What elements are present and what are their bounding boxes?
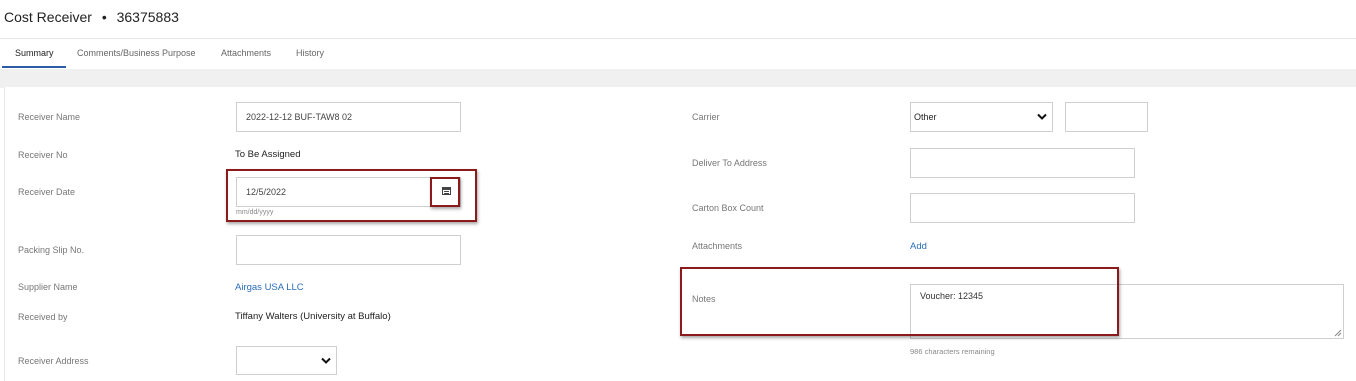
receiver-name-input[interactable]: 2022-12-12 BUF-TAW8 02	[236, 102, 461, 132]
packing-slip-input[interactable]	[236, 235, 461, 265]
received-by-label: Received by	[18, 312, 68, 322]
deliver-to-address-label: Deliver To Address	[692, 158, 767, 168]
carton-box-count-input[interactable]	[910, 193, 1135, 223]
notes-highlight	[680, 267, 1119, 336]
receiver-name-label: Receiver Name	[18, 112, 81, 122]
tab-history[interactable]: History	[296, 48, 324, 58]
carton-box-count-label: Carton Box Count	[692, 203, 764, 213]
supplier-name-label: Supplier Name	[18, 282, 78, 292]
chevron-down-icon	[1037, 113, 1047, 120]
receiver-name-value: 2022-12-12 BUF-TAW8 02	[246, 112, 353, 122]
page-header: Cost Receiver • 36375883	[0, 0, 1356, 39]
supplier-name-link[interactable]: Airgas USA LLC	[235, 282, 304, 293]
notes-characters-remaining: 986 characters remaining	[910, 347, 995, 356]
chevron-down-icon	[321, 357, 331, 364]
receiver-date-label: Receiver Date	[18, 187, 76, 197]
receiver-address-label: Receiver Address	[18, 356, 89, 366]
calendar-icon[interactable]	[442, 187, 451, 195]
resize-handle-icon[interactable]	[1334, 329, 1342, 337]
page-title: Cost Receiver • 36375883	[4, 9, 179, 25]
carrier-select[interactable]: Other	[910, 102, 1053, 132]
carrier-other-input[interactable]	[1065, 102, 1148, 132]
receiver-number: 36375883	[116, 9, 179, 25]
page-title-text: Cost Receiver	[4, 9, 92, 25]
carrier-label: Carrier	[692, 112, 720, 122]
carrier-value: Other	[914, 112, 937, 122]
tab-comments-business-purpose[interactable]: Comments/Business Purpose	[77, 48, 196, 58]
deliver-to-address-input[interactable]	[910, 148, 1135, 178]
tab-attachments[interactable]: Attachments	[221, 48, 271, 58]
receiver-no-label: Receiver No	[18, 150, 68, 160]
attachments-label: Attachments	[692, 241, 743, 251]
title-separator: •	[101, 9, 107, 25]
received-by-value: Tiffany Walters (University at Buffalo)	[235, 311, 391, 322]
tab-summary[interactable]: Summary	[15, 48, 54, 58]
section-band	[0, 69, 1356, 88]
packing-slip-label: Packing Slip No.	[18, 245, 85, 255]
add-attachment-link[interactable]: Add	[910, 241, 927, 252]
active-tab-indicator	[2, 66, 66, 68]
receiver-no-value: To Be Assigned	[235, 149, 301, 160]
receiver-address-select[interactable]	[236, 346, 337, 375]
tab-bar: Summary Comments/Business Purpose Attach…	[0, 39, 1356, 69]
